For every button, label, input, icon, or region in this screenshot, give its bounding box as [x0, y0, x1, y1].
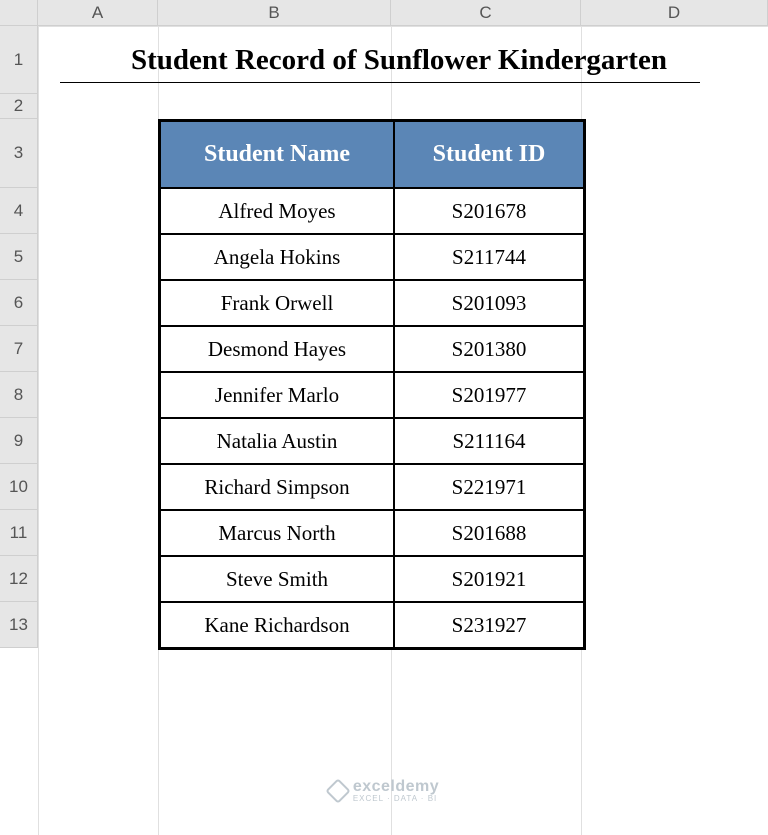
cell-student-id[interactable]: S211744 — [394, 234, 584, 280]
row-header-8[interactable]: 8 — [0, 372, 38, 418]
cell-student-name[interactable]: Richard Simpson — [160, 464, 394, 510]
cell-student-id[interactable]: S201093 — [394, 280, 584, 326]
cell-student-name[interactable]: Frank Orwell — [160, 280, 394, 326]
cell-student-name[interactable]: Kane Richardson — [160, 602, 394, 648]
gridline — [38, 0, 39, 835]
cell-student-name[interactable]: Desmond Hayes — [160, 326, 394, 372]
table-row: Angela Hokins S211744 — [160, 234, 584, 280]
row-header-3[interactable]: 3 — [0, 119, 38, 188]
table-row: Steve Smith S201921 — [160, 556, 584, 602]
title-underline — [60, 82, 700, 83]
cell-student-id[interactable]: S211164 — [394, 418, 584, 464]
table-row: Jennifer Marlo S201977 — [160, 372, 584, 418]
cell-student-name[interactable]: Angela Hokins — [160, 234, 394, 280]
row-header-5[interactable]: 5 — [0, 234, 38, 280]
col-header-a[interactable]: A — [38, 0, 158, 26]
cell-student-name[interactable]: Steve Smith — [160, 556, 394, 602]
cell-student-id[interactable]: S201688 — [394, 510, 584, 556]
table-row: Alfred Moyes S201678 — [160, 188, 584, 234]
col-header-d[interactable]: D — [581, 0, 768, 26]
table-row: Marcus North S201688 — [160, 510, 584, 556]
cell-student-id[interactable]: S201678 — [394, 188, 584, 234]
page-title[interactable]: Student Record of Sunflower Kindergarten — [39, 27, 759, 94]
cell-student-id[interactable]: S201977 — [394, 372, 584, 418]
table-row: Natalia Austin S211164 — [160, 418, 584, 464]
table-row: Desmond Hayes S201380 — [160, 326, 584, 372]
col-header-b[interactable]: B — [158, 0, 391, 26]
watermark: exceldemy EXCEL · DATA · BI — [0, 779, 768, 803]
row-header-6[interactable]: 6 — [0, 280, 38, 326]
table-row: Richard Simpson S221971 — [160, 464, 584, 510]
cell-student-name[interactable]: Jennifer Marlo — [160, 372, 394, 418]
row-header-10[interactable]: 10 — [0, 464, 38, 510]
student-table: Student Name Student ID Alfred Moyes S20… — [158, 119, 586, 650]
title-text: Student Record of Sunflower Kindergarten — [131, 44, 667, 77]
row-header-4[interactable]: 4 — [0, 188, 38, 234]
cell-student-id[interactable]: S221971 — [394, 464, 584, 510]
table-row: Frank Orwell S201093 — [160, 280, 584, 326]
row-header-2[interactable]: 2 — [0, 94, 38, 119]
watermark-tagline: EXCEL · DATA · BI — [353, 795, 439, 803]
row-header-9[interactable]: 9 — [0, 418, 38, 464]
row-header-12[interactable]: 12 — [0, 556, 38, 602]
table-row: Kane Richardson S231927 — [160, 602, 584, 648]
header-student-id[interactable]: Student ID — [394, 121, 584, 188]
cell-student-id[interactable]: S201921 — [394, 556, 584, 602]
watermark-logo-icon — [325, 778, 350, 803]
table-body: Alfred Moyes S201678 Angela Hokins S2117… — [160, 188, 584, 648]
cell-student-id[interactable]: S201380 — [394, 326, 584, 372]
cell-student-name[interactable]: Marcus North — [160, 510, 394, 556]
cell-student-id[interactable]: S231927 — [394, 602, 584, 648]
table-header-row: Student Name Student ID — [160, 121, 584, 188]
row-header-7[interactable]: 7 — [0, 326, 38, 372]
row-header-13[interactable]: 13 — [0, 602, 38, 648]
row-header-11[interactable]: 11 — [0, 510, 38, 556]
spreadsheet-sheet: A B C D 1 2 3 4 5 6 7 8 9 10 11 12 13 St… — [0, 0, 768, 835]
cell-student-name[interactable]: Natalia Austin — [160, 418, 394, 464]
cell-student-name[interactable]: Alfred Moyes — [160, 188, 394, 234]
row-header-1[interactable]: 1 — [0, 26, 38, 94]
col-header-c[interactable]: C — [391, 0, 581, 26]
header-student-name[interactable]: Student Name — [160, 121, 394, 188]
watermark-text: exceldemy EXCEL · DATA · BI — [353, 779, 439, 803]
watermark-brand: exceldemy — [353, 779, 439, 795]
select-all-corner[interactable] — [0, 0, 38, 26]
